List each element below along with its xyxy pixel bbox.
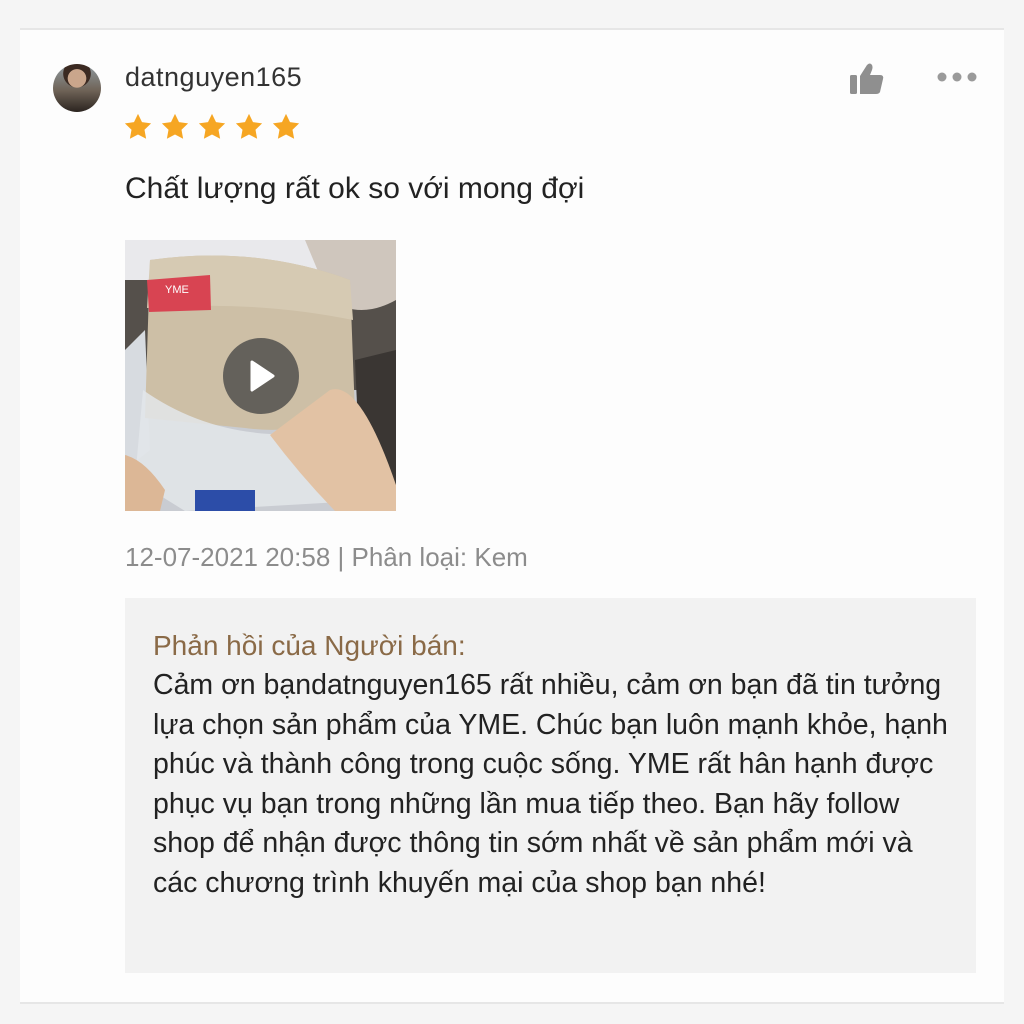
star-icon	[198, 113, 226, 139]
star-icon	[235, 113, 263, 139]
star-icon	[161, 113, 189, 139]
brand-tag: YME	[165, 284, 189, 296]
like-button[interactable]	[849, 62, 885, 96]
review-video-thumbnail[interactable]: YME	[125, 240, 396, 511]
star-icon	[124, 113, 152, 139]
reviewer-username[interactable]: datnguyen165	[125, 62, 302, 93]
star-icon	[272, 113, 300, 139]
seller-reply-title: Phản hồi của Người bán:	[153, 630, 466, 661]
review-card: datnguyen165 Chất lượng rất ok so với mo…	[20, 28, 1004, 1004]
seller-reply-box: Phản hồi của Người bán: Cảm ơn bạndatngu…	[125, 598, 976, 973]
thumbs-up-icon	[850, 63, 884, 94]
avatar[interactable]	[53, 64, 101, 112]
more-dots-icon	[937, 72, 977, 82]
seller-reply-body: Cảm ơn bạndatnguyen165 rất nhiều, cảm ơn…	[153, 669, 948, 899]
review-comment: Chất lượng rất ok so với mong đợi	[125, 172, 585, 205]
play-icon	[250, 360, 275, 392]
play-button[interactable]	[223, 338, 299, 414]
rating-stars	[123, 112, 301, 142]
review-meta: 12-07-2021 20:58 | Phân loại: Kem	[125, 542, 528, 572]
more-options-button[interactable]	[936, 68, 978, 86]
